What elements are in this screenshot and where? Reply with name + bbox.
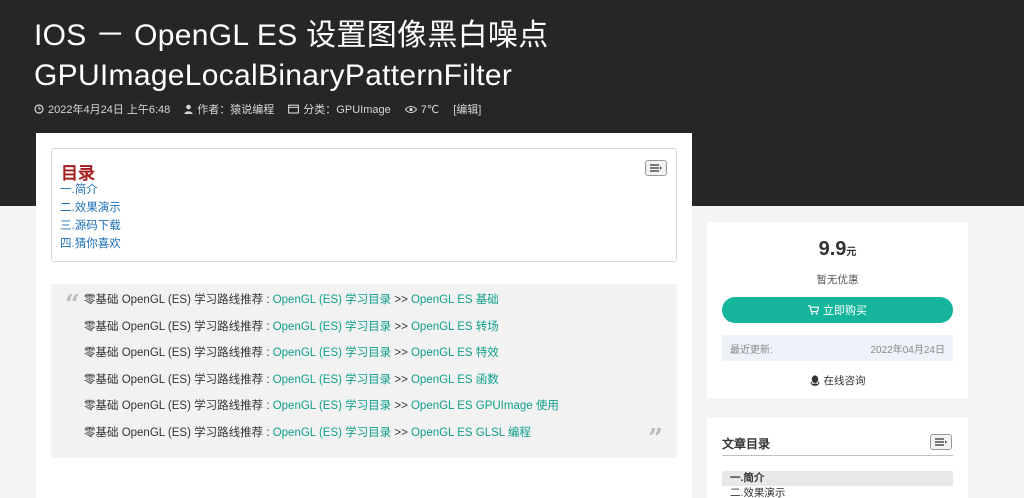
quote-open-icon: “	[65, 290, 80, 320]
discount-text: 暂无优惠	[707, 272, 968, 287]
recommend-line: 零基础 OpenGL (ES) 学习路线推荐 : OpenGL (ES) 学习目…	[84, 398, 559, 425]
last-updated-label: 最近更新:	[730, 341, 773, 356]
opengl-topic-link[interactable]: OpenGL ES 特效	[411, 347, 499, 359]
recommend-prefix: 零基础 OpenGL (ES) 学习路线推荐 :	[84, 400, 273, 412]
clock-icon	[34, 104, 44, 114]
folder-icon	[288, 104, 299, 114]
last-updated: 最近更新: 2022年04月24日	[722, 335, 953, 361]
recommend-line: 零基础 OpenGL (ES) 学习路线推荐 : OpenGL (ES) 学习目…	[84, 292, 559, 319]
list-toggle-icon	[650, 164, 662, 172]
toc-item[interactable]: 一.简介	[60, 181, 121, 199]
cart-icon	[808, 305, 819, 315]
side-toc-panel: 文章目录 一.简介 二.效果演示	[707, 418, 968, 498]
recommend-prefix: 零基础 OpenGL (ES) 学习路线推荐 :	[84, 427, 273, 439]
post-views-text: 7℃	[421, 103, 439, 116]
last-updated-date: 2022年04月24日	[871, 341, 946, 356]
opengl-directory-link[interactable]: OpenGL (ES) 学习目录	[273, 427, 391, 439]
recommend-line: 零基础 OpenGL (ES) 学习路线推荐 : OpenGL (ES) 学习目…	[84, 345, 559, 372]
toc-panel: 目录 一.简介 二.效果演示 三.源码下载 四.猜你喜欢	[51, 148, 677, 262]
price: 9.9元	[707, 238, 968, 261]
toc-item[interactable]: 二.效果演示	[60, 199, 121, 217]
recommend-list: 零基础 OpenGL (ES) 学习路线推荐 : OpenGL (ES) 学习目…	[84, 292, 559, 452]
recommend-line: 零基础 OpenGL (ES) 学习路线推荐 : OpenGL (ES) 学习目…	[84, 319, 559, 346]
opengl-topic-link[interactable]: OpenGL ES 基础	[411, 294, 499, 306]
buy-now-button[interactable]: 立即购买	[722, 297, 953, 323]
side-toc-divider	[722, 455, 953, 456]
recommend-prefix: 零基础 OpenGL (ES) 学习路线推荐 :	[84, 347, 273, 359]
purchase-card: 9.9元 暂无优惠 立即购买 最近更新: 2022年04月24日 在线咨询	[707, 222, 968, 398]
post-date: 2022年4月24日 上午6:48	[34, 101, 170, 117]
post-category[interactable]: 分类：GPUImage	[288, 101, 390, 117]
opengl-directory-link[interactable]: OpenGL (ES) 学习目录	[273, 321, 391, 333]
online-consult-label: 在线咨询	[824, 373, 866, 388]
post-author[interactable]: 作者：猿说编程	[184, 101, 274, 117]
quote-close-icon: ”	[648, 424, 663, 454]
side-toc-list: 一.简介 二.效果演示	[722, 471, 953, 498]
opengl-directory-link[interactable]: OpenGL (ES) 学习目录	[273, 400, 391, 412]
buy-now-label: 立即购买	[823, 302, 867, 318]
recommend-quote: “ 零基础 OpenGL (ES) 学习路线推荐 : OpenGL (ES) 学…	[51, 284, 677, 458]
recommend-prefix: 零基础 OpenGL (ES) 学习路线推荐 :	[84, 321, 273, 333]
side-toc-item[interactable]: 二.效果演示	[722, 486, 953, 498]
opengl-topic-link[interactable]: OpenGL ES GLSL 编程	[411, 427, 531, 439]
post-views: 7℃	[405, 103, 439, 116]
qq-icon	[810, 375, 820, 386]
recommend-prefix: 零基础 OpenGL (ES) 学习路线推荐 :	[84, 294, 273, 306]
opengl-topic-link[interactable]: OpenGL ES GPUImage 使用	[411, 400, 559, 412]
user-icon	[184, 104, 193, 114]
toc-item[interactable]: 四.猜你喜欢	[60, 235, 121, 253]
post-author-text: 作者：猿说编程	[197, 101, 274, 117]
online-consult-link[interactable]: 在线咨询	[707, 373, 968, 388]
article-content: 目录 一.简介 二.效果演示 三.源码下载 四.猜你喜欢 “ 零基础 OpenG…	[36, 133, 692, 498]
page-title: IOS － OpenGL ES 设置图像黑白噪点 GPUImageLocalBi…	[34, 16, 994, 96]
price-unit: 元	[846, 247, 856, 258]
recommend-sep: >>	[391, 347, 411, 359]
post-category-text: 分类：GPUImage	[303, 101, 390, 117]
eye-icon	[405, 105, 417, 114]
toc-item[interactable]: 三.源码下载	[60, 217, 121, 235]
opengl-topic-link[interactable]: OpenGL ES 函数	[411, 374, 499, 386]
recommend-sep: >>	[391, 321, 411, 333]
recommend-sep: >>	[391, 427, 411, 439]
recommend-line: 零基础 OpenGL (ES) 学习路线推荐 : OpenGL (ES) 学习目…	[84, 372, 559, 399]
article-meta: 2022年4月24日 上午6:48 作者：猿说编程 分类：GPUImage 7℃…	[34, 101, 495, 117]
post-date-text: 2022年4月24日 上午6:48	[48, 101, 170, 117]
recommend-sep: >>	[391, 374, 411, 386]
recommend-prefix: 零基础 OpenGL (ES) 学习路线推荐 :	[84, 374, 273, 386]
toc-toggle-button[interactable]	[645, 160, 667, 176]
side-toc-item[interactable]: 一.简介	[722, 471, 953, 486]
edit-link[interactable]: [编辑]	[453, 101, 481, 117]
opengl-topic-link[interactable]: OpenGL ES 转场	[411, 321, 499, 333]
opengl-directory-link[interactable]: OpenGL (ES) 学习目录	[273, 294, 391, 306]
recommend-sep: >>	[391, 294, 411, 306]
toc-list: 一.简介 二.效果演示 三.源码下载 四.猜你喜欢	[60, 181, 121, 253]
recommend-sep: >>	[391, 400, 411, 412]
opengl-directory-link[interactable]: OpenGL (ES) 学习目录	[273, 374, 391, 386]
price-value: 9.9	[819, 238, 847, 260]
recommend-line: 零基础 OpenGL (ES) 学习路线推荐 : OpenGL (ES) 学习目…	[84, 425, 559, 452]
list-toggle-icon	[935, 438, 947, 446]
side-toc-title: 文章目录	[722, 435, 770, 452]
opengl-directory-link[interactable]: OpenGL (ES) 学习目录	[273, 347, 391, 359]
side-toc-toggle-button[interactable]	[930, 434, 952, 450]
